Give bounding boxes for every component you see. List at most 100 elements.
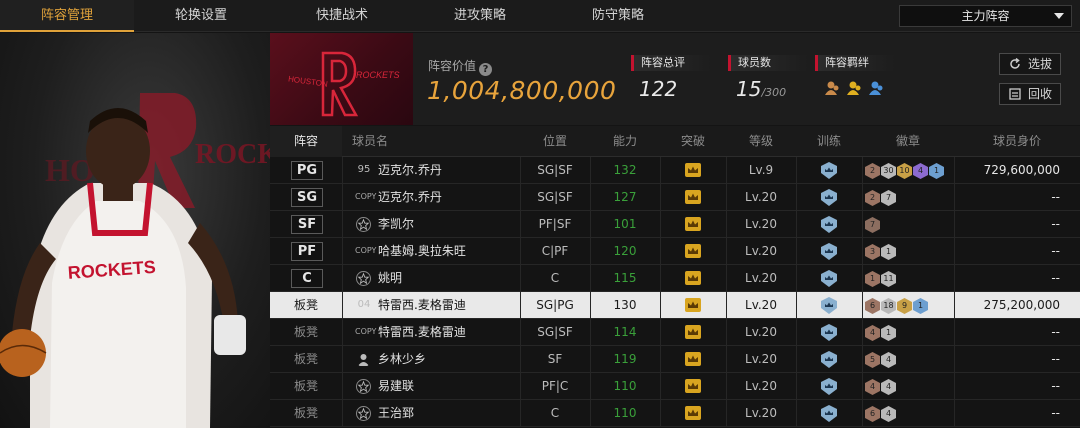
badge-icon[interactable]: 1 xyxy=(929,163,944,179)
badge-icon[interactable]: 9 xyxy=(897,298,912,314)
tab-defense-strategy[interactable]: 防守策略 xyxy=(551,0,685,32)
table-row[interactable]: C 姚明 C 115 Lv.20 1 11 -- xyxy=(270,265,1080,292)
badge-icon[interactable]: 4 xyxy=(881,352,896,368)
badge-icon[interactable]: 7 xyxy=(865,217,880,233)
table-row[interactable]: 板凳 04 特雷西.麦格雷迪 SG|PG 130 Lv.20 6 18 9 1 275,200,00… xyxy=(270,292,1080,319)
badge-icon[interactable]: 10 xyxy=(897,163,912,179)
slot-badge: PF xyxy=(291,242,323,261)
tab-rotation-settings[interactable]: 轮换设置 xyxy=(134,0,268,32)
crown-icon[interactable] xyxy=(685,325,701,339)
recycle-icon xyxy=(1009,88,1021,100)
player-ability: 127 xyxy=(613,190,637,204)
roster-table-header: 阵容 球员名 位置 能力 突破 等级 训练 徽章 球员身价 xyxy=(270,126,1080,157)
person-icon xyxy=(358,354,369,366)
stat-overall-value: 122 xyxy=(639,77,678,101)
player-name[interactable]: 李凯尔 xyxy=(378,211,414,238)
table-row[interactable]: 板凳 王治郅 C 110 Lv.20 6 4 -- xyxy=(270,400,1080,427)
player-ability: 120 xyxy=(613,244,637,258)
badge-icon[interactable]: 30 xyxy=(881,163,896,179)
table-row[interactable]: 板凳 COPY 特雷西.麦格雷迪 SG|SF 114 Lv.20 4 1 -- xyxy=(270,319,1080,346)
badge-icon[interactable]: 18 xyxy=(881,298,896,314)
badge-icon[interactable]: 1 xyxy=(881,244,896,260)
player-name[interactable]: 特雷西.麦格雷迪 xyxy=(378,292,466,319)
bond-icons[interactable] xyxy=(823,79,895,101)
tab-offense-strategy[interactable]: 进攻策略 xyxy=(413,0,547,32)
player-position: C xyxy=(550,406,560,420)
player-name[interactable]: 哈基姆.奥拉朱旺 xyxy=(378,238,466,265)
badge-icon[interactable]: 4 xyxy=(881,379,896,395)
training-icon[interactable] xyxy=(819,189,839,206)
training-icon[interactable] xyxy=(819,405,839,422)
crown-icon[interactable] xyxy=(685,244,701,258)
player-name[interactable]: 王治郅 xyxy=(378,400,414,427)
table-row[interactable]: PF COPY 哈基姆.奥拉朱旺 C|PF 120 Lv.20 3 1 -- xyxy=(270,238,1080,265)
player-value: 729,600,000 xyxy=(983,163,1060,177)
player-name[interactable]: 姚明 xyxy=(378,265,402,292)
table-row[interactable]: SG COPY 迈克尔.乔丹 SG|SF 127 Lv.20 2 7 -- xyxy=(270,184,1080,211)
team-logo: HOUSTON ROCKETS xyxy=(270,33,413,125)
crown-icon[interactable] xyxy=(685,406,701,420)
training-icon[interactable] xyxy=(819,324,839,341)
badge-icon[interactable]: 2 xyxy=(865,163,880,179)
training-icon[interactable] xyxy=(819,270,839,287)
player-name[interactable]: 易建联 xyxy=(378,373,414,400)
player-name[interactable]: 迈克尔.乔丹 xyxy=(378,157,442,184)
training-icon[interactable] xyxy=(819,243,839,260)
lineup-value-label: 阵容价值? xyxy=(428,57,493,76)
slot-badge: C xyxy=(291,269,323,288)
badge-icon[interactable]: 4 xyxy=(881,406,896,422)
badge-icon[interactable]: 6 xyxy=(865,298,880,314)
pick-button[interactable]: 选拔 xyxy=(999,53,1061,75)
badge-icon[interactable]: 5 xyxy=(865,352,880,368)
stat-player-count-value: 15/300 xyxy=(736,77,787,101)
recycle-button[interactable]: 回收 xyxy=(999,83,1061,105)
training-icon[interactable] xyxy=(819,378,839,395)
badge-icon[interactable]: 1 xyxy=(881,325,896,341)
player-name[interactable]: 特雷西.麦格雷迪 xyxy=(378,319,466,346)
player-portrait-art: HOU ROCK ROCKETS xyxy=(0,93,270,428)
badge-icon[interactable]: 4 xyxy=(865,379,880,395)
bench-label: 板凳 xyxy=(293,352,318,366)
player-value: -- xyxy=(1051,379,1060,393)
badge-icon[interactable]: 3 xyxy=(865,244,880,260)
player-position: C xyxy=(550,271,560,285)
crown-icon[interactable] xyxy=(685,217,701,231)
badge-icon[interactable]: 4 xyxy=(865,325,880,341)
badge-icon[interactable]: 1 xyxy=(865,271,880,287)
training-icon[interactable] xyxy=(819,351,839,368)
table-row[interactable]: 板凳 易建联 PF|C 110 Lv.20 4 4 -- xyxy=(270,373,1080,400)
training-icon[interactable] xyxy=(819,297,839,314)
training-icon[interactable] xyxy=(819,216,839,233)
crown-icon[interactable] xyxy=(685,271,701,285)
badge-icon[interactable]: 2 xyxy=(865,190,880,206)
badge-icon[interactable]: 7 xyxy=(881,190,896,206)
help-icon[interactable]: ? xyxy=(479,63,493,76)
player-name[interactable]: 迈克尔.乔丹 xyxy=(378,184,442,211)
crown-icon[interactable] xyxy=(685,379,701,393)
player-name[interactable]: 乡林少乡 xyxy=(378,346,426,373)
stat-overall-label: 阵容总评 xyxy=(631,55,711,71)
table-row[interactable]: PG 95 迈克尔.乔丹 SG|SF 132 Lv.9 2 30 10 4 1 729,600,000 xyxy=(270,157,1080,184)
copy-tag: COPY xyxy=(355,246,377,255)
crown-icon[interactable] xyxy=(685,190,701,204)
badge-icon[interactable]: 11 xyxy=(881,271,896,287)
table-row[interactable]: SF 李凯尔 PF|SF 101 Lv.20 7 -- xyxy=(270,211,1080,238)
badge-icon[interactable]: 6 xyxy=(865,406,880,422)
crown-icon[interactable] xyxy=(685,298,701,312)
badge-icon[interactable]: 1 xyxy=(913,298,928,314)
player-value: -- xyxy=(1051,325,1060,339)
tab-quick-tactics[interactable]: 快捷战术 xyxy=(275,0,409,32)
training-icon[interactable] xyxy=(819,162,839,179)
badge-icon[interactable]: 4 xyxy=(913,163,928,179)
bond-icon xyxy=(825,81,883,95)
player-level: Lv.20 xyxy=(745,298,777,312)
refresh-icon xyxy=(1010,58,1020,69)
crown-icon[interactable] xyxy=(685,163,701,177)
player-value: -- xyxy=(1051,352,1060,366)
lineup-dropdown[interactable]: 主力阵容 xyxy=(899,5,1072,27)
bench-label: 板凳 xyxy=(293,379,318,393)
tab-lineup-management[interactable]: 阵容管理 xyxy=(0,0,134,32)
crown-icon[interactable] xyxy=(685,352,701,366)
table-row[interactable]: 板凳 乡林少乡 SF 119 Lv.20 5 4 -- xyxy=(270,346,1080,373)
player-position: SF xyxy=(547,352,563,366)
